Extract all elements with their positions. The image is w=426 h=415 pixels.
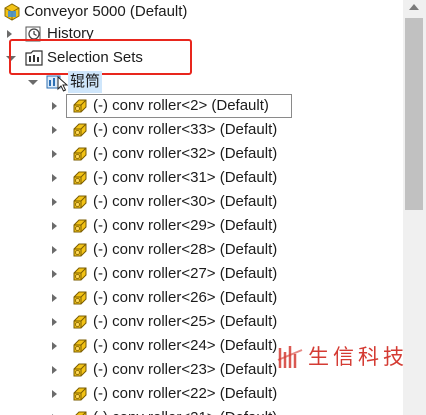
expand-arrow-icon[interactable] (7, 30, 12, 38)
expand-arrow-icon[interactable] (52, 222, 57, 230)
part-icon (70, 240, 90, 260)
part-icon (70, 360, 90, 380)
annotation-highlight-box (9, 39, 192, 75)
expand-arrow-icon[interactable] (52, 246, 57, 254)
selection-set-icon (46, 72, 69, 92)
expand-arrow-icon[interactable] (52, 390, 57, 398)
tree-item-part-label: (-) conv roller<28> (Default) (93, 241, 278, 258)
tree-item-selection-set-group-label: 辊筒 (68, 71, 103, 93)
part-icon (70, 168, 90, 188)
watermark-text: 生信科技 (308, 345, 408, 369)
part-icon (70, 192, 90, 212)
scrollbar-thumb[interactable] (405, 18, 423, 210)
part-icon (70, 120, 90, 140)
tree-root-label: Conveyor 5000 (Default) (24, 3, 188, 20)
tree-item-part-label: (-) conv roller<29> (Default) (93, 217, 278, 234)
tree-item-part-label: (-) conv roller<23> (Default) (93, 361, 278, 378)
scroll-up-arrow-icon[interactable] (409, 4, 419, 10)
tree-item-part-label: (-) conv roller<31> (Default) (93, 169, 278, 186)
tree-item-part-label: (-) conv roller<22> (Default) (93, 385, 278, 402)
expand-arrow-icon[interactable] (52, 318, 57, 326)
tree-item-part-label: (-) conv roller<32> (Default) (93, 145, 278, 162)
expand-arrow-icon[interactable] (52, 342, 57, 350)
tree-item-part-label: (-) conv roller<24> (Default) (93, 337, 278, 354)
expand-arrow-icon[interactable] (52, 366, 57, 374)
part-icon (70, 216, 90, 236)
tree-item-part-label: (-) conv roller<25> (Default) (93, 313, 278, 330)
assembly-icon (2, 2, 22, 22)
expand-arrow-icon[interactable] (52, 198, 57, 206)
expand-arrow-icon[interactable] (52, 126, 57, 134)
tree-item-part-label: (-) conv roller<33> (Default) (93, 121, 278, 138)
part-icon (70, 264, 90, 284)
part-icon (70, 336, 90, 356)
part-icon (70, 288, 90, 308)
tree-item-part-label: (-) conv roller<27> (Default) (93, 265, 278, 282)
tree-item-part-label: (-) conv roller<26> (Default) (93, 289, 278, 306)
expand-arrow-icon[interactable] (52, 150, 57, 158)
part-icon (70, 312, 90, 332)
expand-arrow-icon[interactable] (52, 102, 57, 110)
watermark-logo-icon (276, 342, 304, 370)
part-icon (70, 408, 90, 415)
collapse-arrow-icon[interactable] (28, 80, 38, 85)
focus-rectangle (66, 94, 292, 118)
expand-arrow-icon[interactable] (52, 294, 57, 302)
part-icon (70, 384, 90, 404)
watermark: 生信科技 (276, 340, 408, 372)
tree-item-part-label: (-) conv roller<21> (Default) (93, 407, 277, 415)
part-icon (70, 144, 90, 164)
tree-item-part-label: (-) conv roller<30> (Default) (93, 193, 278, 210)
expand-arrow-icon[interactable] (52, 270, 57, 278)
expand-arrow-icon[interactable] (52, 174, 57, 182)
